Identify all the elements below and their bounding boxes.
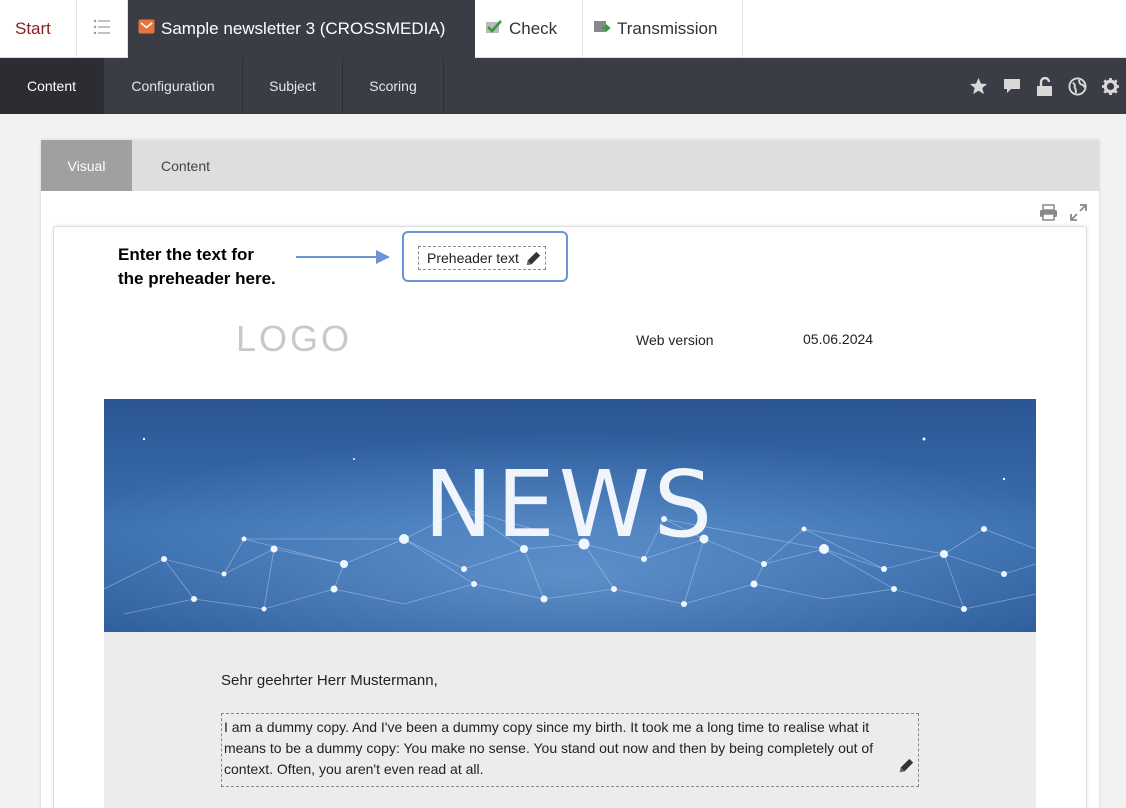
tab-newsletter[interactable]: Sample newsletter 3 (CROSSMEDIA) — [128, 0, 475, 58]
tab-content[interactable]: Content — [0, 58, 104, 114]
editor-nav-bar: Content Configuration Subject Scoring — [0, 58, 1126, 114]
tab-transmission-label: Transmission — [617, 19, 718, 38]
tab-start[interactable]: Start — [0, 0, 77, 58]
newsletter-icon — [138, 18, 155, 40]
nav-configuration-label: Configuration — [131, 78, 215, 94]
view-tabs: Visual Content — [41, 140, 1099, 191]
tab-visual-label: Visual — [67, 157, 106, 174]
tab-subject[interactable]: Subject — [243, 58, 343, 114]
body-line-1: I am a dummy copy. And I've been a dummy… — [224, 719, 870, 735]
preheader-annotation: Enter the text for the preheader here. — [118, 243, 298, 291]
list-view-button[interactable] — [77, 0, 128, 58]
greeting-text: Sehr geehrter Herr Mustermann, — [221, 672, 438, 689]
annotation-line-1: Enter the text for — [118, 245, 255, 264]
top-tab-bar: Start Sample newsletter 3 (CROSSMEDIA) C… — [0, 0, 1126, 58]
gear-icon[interactable] — [1101, 77, 1120, 96]
tab-transmission[interactable]: Transmission — [583, 0, 743, 58]
newsletter-date: 05.06.2024 — [803, 331, 874, 347]
star-icon[interactable] — [969, 77, 988, 96]
newsletter-body: Sehr geehrter Herr Mustermann, I am a du… — [104, 632, 1036, 808]
body-text-field[interactable]: I am a dummy copy. And I've been a dummy… — [221, 713, 919, 787]
check-icon — [485, 19, 503, 40]
tab-check[interactable]: Check — [475, 0, 583, 58]
nav-subject-label: Subject — [269, 78, 316, 94]
tab-configuration[interactable]: Configuration — [104, 58, 243, 114]
banner-title: NEWS — [423, 451, 717, 558]
unlock-icon[interactable] — [1035, 76, 1054, 96]
tab-content-source-label: Content — [160, 157, 211, 174]
tab-check-label: Check — [509, 19, 558, 38]
print-icon[interactable] — [1039, 204, 1058, 226]
globe-icon[interactable] — [1068, 76, 1087, 96]
preheader-field[interactable]: Preheader text — [418, 246, 546, 270]
preheader-highlight: Preheader text — [402, 231, 568, 282]
expand-icon[interactable] — [1070, 204, 1087, 226]
body-line-3: context. Often, you aren't even read at … — [224, 761, 484, 777]
preview-tools — [1039, 204, 1087, 226]
annotation-line-2: the preheader here. — [118, 269, 276, 288]
preheader-text: Preheader text — [427, 250, 519, 266]
annotation-arrow — [296, 250, 390, 264]
tab-visual[interactable]: Visual — [41, 140, 132, 191]
tab-content-source[interactable]: Content — [132, 140, 239, 191]
nav-scoring-label: Scoring — [369, 78, 417, 94]
nav-actions — [969, 58, 1126, 114]
transmission-icon — [593, 19, 611, 40]
logo-placeholder: LOGO — [236, 318, 353, 359]
list-icon — [93, 18, 111, 41]
web-version-link[interactable]: Web version — [636, 332, 714, 348]
news-banner: NEWS — [104, 399, 1036, 632]
comment-icon[interactable] — [1002, 77, 1021, 96]
pencil-icon[interactable] — [897, 756, 916, 781]
body-line-2: means to be a dummy copy: You make no se… — [224, 740, 874, 756]
tab-newsletter-label: Sample newsletter 3 (CROSSMEDIA) — [161, 19, 446, 38]
pencil-icon[interactable] — [524, 249, 543, 271]
tab-start-label: Start — [15, 19, 51, 38]
tab-scoring[interactable]: Scoring — [343, 58, 444, 114]
nav-content-label: Content — [26, 78, 77, 94]
